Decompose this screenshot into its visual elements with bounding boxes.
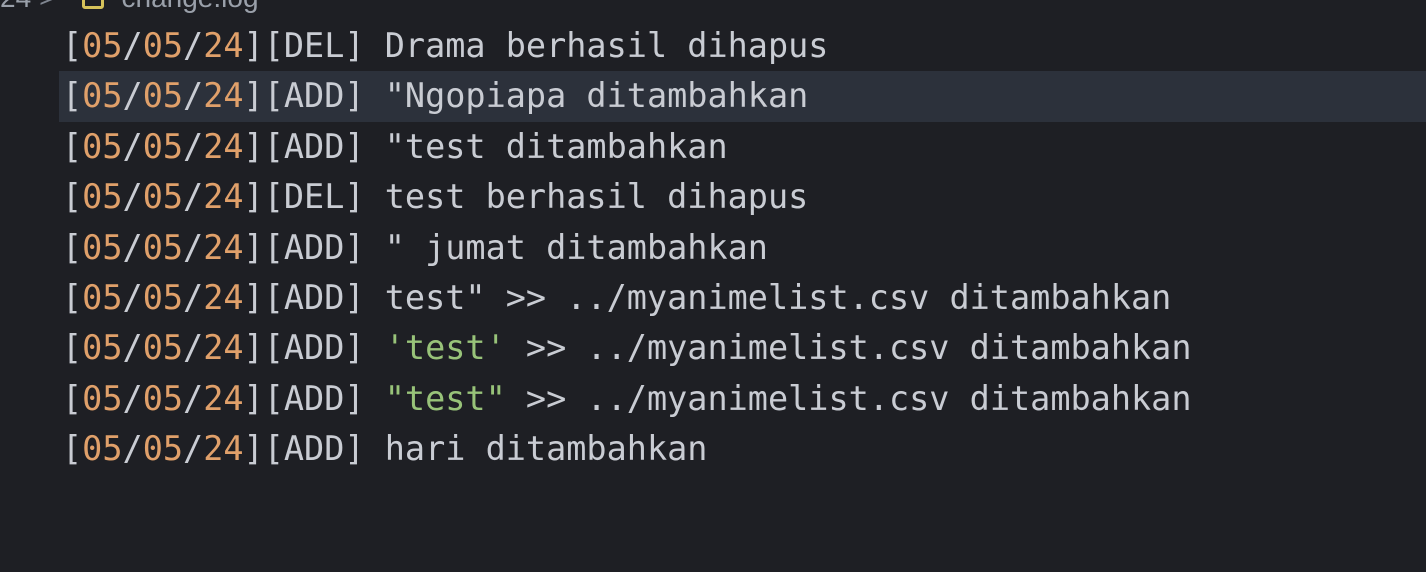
date-day: 05 <box>142 429 184 469</box>
code-lines[interactable]: [05/05/24][DEL] Drama berhasil dihapus [… <box>59 21 1426 475</box>
log-message: test berhasil dihapus <box>384 177 809 217</box>
log-tag: ADD <box>283 328 345 368</box>
date-year: 24 <box>203 429 244 469</box>
date-day: 05 <box>142 277 184 317</box>
date-day: 05 <box>142 126 184 166</box>
log-message-tail: >> ../myanimelist.csv ditambahkan <box>505 378 1192 418</box>
code-line[interactable]: [05/05/24][DEL] test berhasil dihapus <box>59 172 1426 222</box>
date-day: 05 <box>142 177 184 217</box>
log-tag: ADD <box>283 429 345 469</box>
breadcrumb-file[interactable]: change.log <box>122 0 259 14</box>
log-tag: DEL <box>283 177 345 217</box>
date-year: 24 <box>203 277 244 317</box>
log-tag: ADD <box>283 378 345 418</box>
date-year: 24 <box>203 126 244 166</box>
log-tag: ADD <box>283 126 345 166</box>
log-tag: ADD <box>283 227 345 267</box>
date-month: 05 <box>82 177 123 217</box>
date-month: 05 <box>82 76 123 116</box>
date-year: 24 <box>203 26 244 65</box>
file-edit-icon <box>81 0 104 9</box>
date-month: 05 <box>82 26 123 65</box>
log-tag: ADD <box>283 277 345 317</box>
code-line[interactable]: [05/05/24][ADD] "test ditambahkan <box>59 122 1426 172</box>
log-string: 'test' <box>384 328 506 368</box>
code-line[interactable]: [05/05/24][ADD] "Ngopiapa ditambahkan <box>59 71 1426 122</box>
log-message: Drama berhasil dihapus <box>384 26 829 65</box>
log-tag: DEL <box>283 26 345 65</box>
date-year: 24 <box>203 177 244 217</box>
date-day: 05 <box>142 76 184 116</box>
date-month: 05 <box>82 429 123 469</box>
date-month: 05 <box>82 328 123 368</box>
log-message-tail: >> ../myanimelist.csv ditambahkan <box>505 328 1192 368</box>
log-message: " jumat ditambahkan <box>384 227 768 267</box>
date-month: 05 <box>82 277 123 317</box>
code-line[interactable]: [05/05/24][ADD] test" >> ../myanimelist.… <box>59 273 1426 323</box>
date-month: 05 <box>82 378 123 418</box>
date-month: 05 <box>82 126 123 166</box>
code-line[interactable]: [05/05/24][ADD] " jumat ditambahkan <box>59 223 1426 273</box>
log-message: test" >> ../myanimelist.csv ditambahkan <box>384 277 1172 317</box>
date-year: 24 <box>203 378 244 418</box>
date-day: 05 <box>142 26 184 65</box>
date-day: 05 <box>142 227 184 267</box>
code-line[interactable]: [05/05/24][ADD] "test" >> ../myanimelist… <box>59 374 1426 424</box>
date-year: 24 <box>203 76 244 116</box>
date-day: 05 <box>142 328 184 368</box>
log-message: "Ngopiapa ditambahkan <box>384 76 809 116</box>
breadcrumb-prev[interactable]: 24 <box>0 0 31 14</box>
breadcrumb: 24 > change.log <box>0 0 259 15</box>
date-day: 05 <box>142 378 184 418</box>
date-month: 05 <box>82 227 123 267</box>
log-message: "test ditambahkan <box>384 126 728 166</box>
code-line[interactable]: [05/05/24][DEL] Drama berhasil dihapus <box>59 21 1426 71</box>
log-message: hari ditambahkan <box>384 429 708 469</box>
log-string: "test" <box>384 378 506 418</box>
code-line[interactable]: [05/05/24][ADD] hari ditambahkan <box>59 424 1426 474</box>
code-line[interactable]: [05/05/24][ADD] 'test' >> ../myanimelist… <box>59 323 1426 373</box>
date-year: 24 <box>203 328 244 368</box>
log-tag: ADD <box>283 76 345 116</box>
breadcrumb-separator: > <box>39 0 55 14</box>
date-year: 24 <box>203 227 244 267</box>
editor: 24 > change.log [05/05/24][DEL] Drama be… <box>0 0 1426 572</box>
